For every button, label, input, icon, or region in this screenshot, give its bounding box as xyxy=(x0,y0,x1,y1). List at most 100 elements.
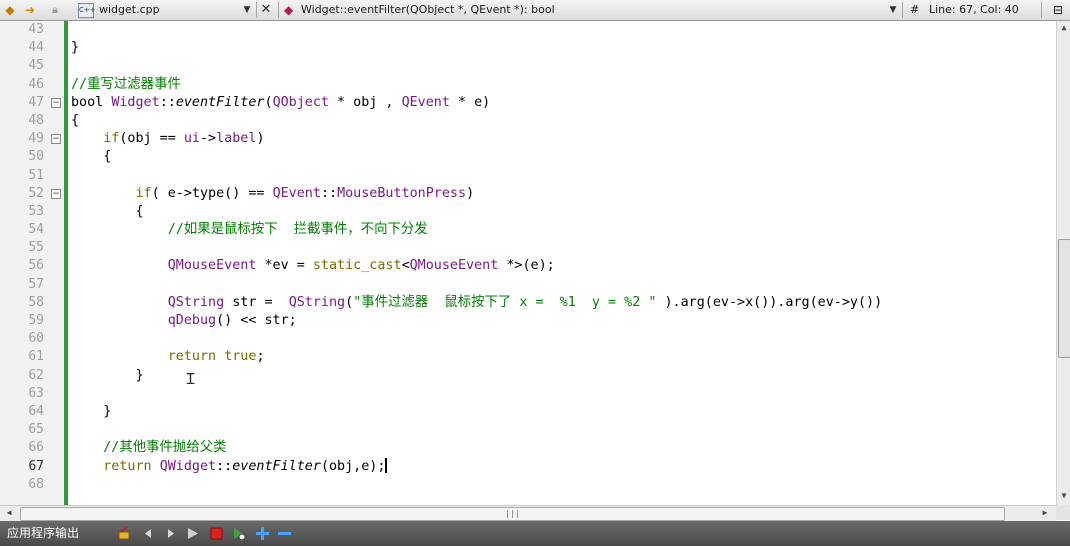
arrow-right-icon[interactable]: ➜ xyxy=(22,0,38,20)
code-line[interactable]: 46 //重写过滤器事件 xyxy=(0,76,1056,94)
scroll-right-icon[interactable]: ▶ xyxy=(1040,508,1050,518)
previous-item-icon[interactable] xyxy=(141,526,156,541)
code-line[interactable]: 58 QString str = QString("事件过滤器 鼠标按下了 x … xyxy=(0,294,1056,312)
code-token: } xyxy=(71,367,144,383)
code-line[interactable]: 55 xyxy=(0,239,1056,257)
code-token: return xyxy=(167,349,217,365)
code-line[interactable]: 54 //如果是鼠标按下 拦截事件，不向下分发 xyxy=(0,221,1056,239)
code-line[interactable]: 44} xyxy=(0,39,1056,57)
code-token: ) xyxy=(466,185,475,201)
stop-icon[interactable] xyxy=(209,526,224,541)
fold-toggle-icon[interactable]: − xyxy=(51,97,61,108)
code-token: *ev = xyxy=(256,258,313,274)
code-token: QEvent xyxy=(401,94,450,110)
code-token: < xyxy=(401,258,410,274)
fold-toggle-icon[interactable]: − xyxy=(51,188,61,199)
horizontal-scroll-thumb[interactable]: ||| xyxy=(20,507,1005,521)
zoom-out-icon[interactable] xyxy=(277,526,292,541)
scrollbar-corner xyxy=(1056,505,1070,520)
code-editor[interactable]: 43 44} 4546 //重写过滤器事件 47− bool Widget::eventF… xyxy=(0,21,1056,505)
zoom-in-icon[interactable] xyxy=(255,526,270,541)
code-token: QEvent xyxy=(272,185,321,201)
line-number: 46 xyxy=(28,76,44,92)
code-line[interactable]: 48 { xyxy=(0,112,1056,130)
line-number: 66 xyxy=(28,440,44,456)
code-text: { xyxy=(71,112,79,130)
code-line[interactable]: 64 } xyxy=(0,403,1056,421)
code-token: ; xyxy=(256,349,265,365)
file-name[interactable]: widget.cpp xyxy=(99,0,160,20)
code-line[interactable]: 67 return QWidget::eventFilter(obj,e); xyxy=(0,458,1056,476)
editor-toolbar: ◆ ➜ 🔒︎ C++ widget.cpp ▼ ✕ ◆ Widget::even… xyxy=(0,0,1070,21)
code-text: //其他事件抛给父类 xyxy=(71,439,226,457)
line-number: 65 xyxy=(28,422,44,438)
line-number: 62 xyxy=(28,367,44,383)
code-line[interactable]: 68 xyxy=(0,476,1056,494)
code-token: str = xyxy=(224,294,289,310)
code-line[interactable]: 53 { xyxy=(0,203,1056,221)
code-line[interactable]: 52− if( e->type() == QEvent::MouseButton… xyxy=(0,185,1056,203)
code-line[interactable]: 50 { xyxy=(0,148,1056,166)
code-token: } xyxy=(71,403,112,419)
chevron-down-icon[interactable]: ▼ xyxy=(887,0,899,20)
code-line[interactable]: 56 QMouseEvent *ev = static_cast<QMouseE… xyxy=(0,257,1056,275)
output-pane-title[interactable]: 应用程序输出 xyxy=(7,521,79,546)
code-token: ( e->type() == xyxy=(151,185,273,201)
code-line[interactable]: 47− bool Widget::eventFilter(QObject * ob… xyxy=(0,94,1056,112)
line-number: 57 xyxy=(28,276,44,292)
code-token: static_cast xyxy=(312,258,402,274)
lock-icon[interactable]: 🔒︎ xyxy=(52,0,58,20)
code-line[interactable]: 61 return true; xyxy=(0,348,1056,366)
run-icon[interactable] xyxy=(185,526,200,541)
code-text: if( e->type() == QEvent::MouseButtonPres… xyxy=(71,185,475,203)
vertical-scrollbar[interactable]: ▲ ▼ xyxy=(1056,21,1070,505)
text-cursor-icon: Ｉ xyxy=(183,370,199,388)
code-line[interactable]: 66 //其他事件抛给父类 xyxy=(0,439,1056,457)
line-number: 48 xyxy=(28,112,44,128)
code-text: } xyxy=(71,367,144,385)
code-token: QObject xyxy=(272,94,329,110)
line-number: 45 xyxy=(28,58,44,74)
next-item-icon[interactable] xyxy=(163,526,178,541)
line-number: 61 xyxy=(28,349,44,365)
code-token: * e) xyxy=(449,94,491,110)
code-lines: 43 44} 4546 //重写过滤器事件 47− bool Widget::eventF… xyxy=(0,21,1056,494)
code-line[interactable]: 65 xyxy=(0,421,1056,439)
clear-output-icon[interactable] xyxy=(117,526,132,541)
code-line[interactable]: 49− if(obj == ui->label) xyxy=(0,130,1056,148)
code-line[interactable]: 63 xyxy=(0,385,1056,403)
scroll-up-icon[interactable]: ▲ xyxy=(1059,23,1069,33)
line-number: 56 xyxy=(28,258,44,274)
code-text: //重写过滤器事件 xyxy=(71,76,181,94)
code-text: QMouseEvent *ev = static_cast<QMouseEven… xyxy=(71,257,555,275)
code-line[interactable]: 60 xyxy=(0,330,1056,348)
code-line[interactable]: 57 xyxy=(0,276,1056,294)
scroll-left-icon[interactable]: ◀ xyxy=(4,508,14,518)
code-text: bool Widget::eventFilter(QObject * obj ,… xyxy=(71,94,490,112)
code-token: ui xyxy=(183,131,200,147)
code-text: { xyxy=(71,203,143,221)
arrow-left-icon[interactable]: ◆ xyxy=(2,0,18,20)
split-window-icon[interactable]: ⊟ xyxy=(1050,0,1066,20)
function-selector[interactable]: Widget::eventFilter(QObject *, QEvent *)… xyxy=(301,0,555,20)
code-token: { xyxy=(71,112,80,128)
code-line[interactable]: 43 xyxy=(0,21,1056,39)
chevron-down-icon[interactable]: ▼ xyxy=(241,0,253,20)
code-token: ) xyxy=(256,131,265,147)
code-line[interactable]: 45 xyxy=(0,57,1056,75)
horizontal-scrollbar[interactable]: ◀ ||| ▶ xyxy=(0,505,1056,521)
scroll-down-icon[interactable]: ▼ xyxy=(1059,491,1069,501)
code-line[interactable]: 51 xyxy=(0,167,1056,185)
close-icon[interactable]: ✕ xyxy=(259,0,273,20)
code-token: ( xyxy=(264,94,273,110)
code-line[interactable]: 62 } xyxy=(0,367,1056,385)
vertical-scroll-thumb[interactable] xyxy=(1058,239,1070,358)
attach-icon[interactable] xyxy=(231,526,246,541)
fold-toggle-icon[interactable]: − xyxy=(51,134,61,145)
line-number: 52 xyxy=(28,185,44,201)
code-token: eventFilter xyxy=(232,458,321,474)
code-line[interactable]: 59 qDebug() << str; xyxy=(0,312,1056,330)
code-token: *>(e); xyxy=(498,258,555,274)
